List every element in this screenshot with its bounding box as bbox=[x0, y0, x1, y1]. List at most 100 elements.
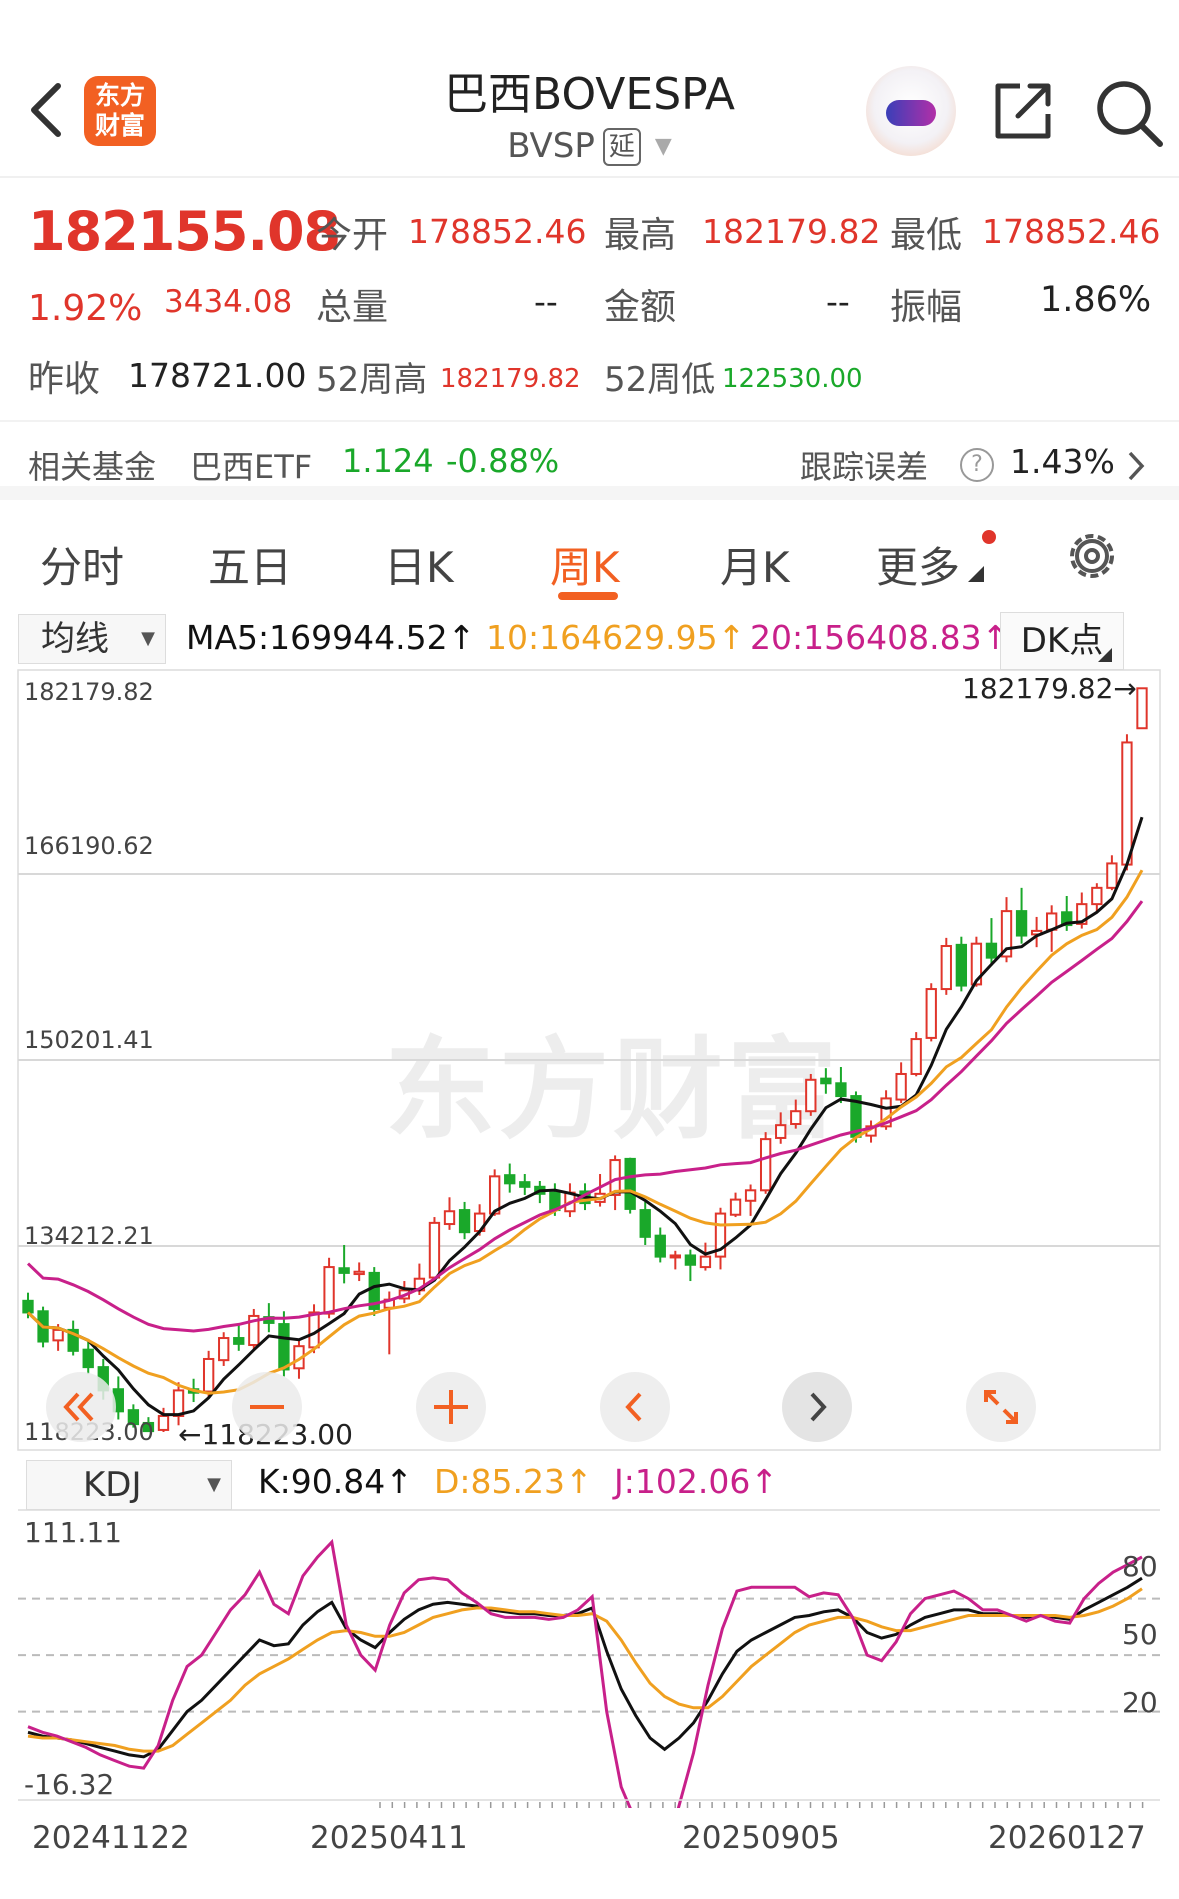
fullscreen-button[interactable] bbox=[966, 1372, 1036, 1442]
candle-body bbox=[22, 1299, 34, 1314]
candle-body bbox=[729, 1198, 742, 1216]
ma20-value: 20:156408.83↑ bbox=[750, 618, 1010, 657]
related-fund-label: 相关基金 bbox=[28, 448, 157, 486]
kdj-y-tick-label: 111.11 bbox=[24, 1516, 122, 1549]
candle-body bbox=[624, 1157, 636, 1210]
candle-body bbox=[744, 1189, 757, 1202]
search-icon[interactable] bbox=[1094, 78, 1164, 148]
related-fund-price: 1.124 bbox=[342, 442, 434, 480]
candle-body bbox=[338, 1267, 350, 1274]
kdj-k-value: K:90.84↑ bbox=[258, 1462, 413, 1501]
amount-value: -- bbox=[826, 282, 850, 321]
ai-assistant-avatar[interactable] bbox=[866, 66, 956, 156]
double-chevron-left-icon bbox=[63, 1392, 94, 1422]
tab-intraday[interactable]: 分时 bbox=[40, 534, 124, 595]
amplitude-value: 1.86% bbox=[1040, 280, 1152, 320]
tab-monthly-k[interactable]: 月K bbox=[720, 534, 790, 595]
candle-body bbox=[1106, 862, 1118, 889]
prev-close-value: 178721.00 bbox=[128, 356, 307, 395]
active-tab-indicator bbox=[558, 592, 618, 600]
candle-body bbox=[443, 1210, 456, 1226]
tab-five-day[interactable]: 五日 bbox=[208, 534, 292, 595]
zoom-out-button[interactable] bbox=[232, 1372, 302, 1442]
candle-body bbox=[1121, 741, 1133, 866]
kdj-d-value: D:85.23↑ bbox=[434, 1462, 593, 1501]
candle-body bbox=[895, 1072, 907, 1101]
week52-high-label: 52周高 bbox=[316, 360, 428, 400]
y-tick-label: 150201.41 bbox=[24, 1026, 154, 1054]
expand-icon bbox=[984, 1390, 1018, 1424]
candle-body bbox=[805, 1078, 817, 1113]
tab-daily-k[interactable]: 日K bbox=[384, 534, 454, 595]
candle-body bbox=[775, 1124, 787, 1139]
chevron-left-icon bbox=[625, 1392, 642, 1422]
tab-weekly-k[interactable]: 周K bbox=[550, 534, 620, 595]
candle-body bbox=[925, 988, 937, 1039]
y-tick-label: 166190.62 bbox=[24, 832, 154, 860]
help-icon[interactable]: ? bbox=[960, 448, 994, 482]
candle-body bbox=[504, 1174, 516, 1185]
candle-body bbox=[353, 1270, 365, 1276]
share-icon[interactable] bbox=[990, 78, 1056, 144]
candle-body bbox=[233, 1337, 245, 1345]
candle-body bbox=[52, 1328, 64, 1342]
week52-low-value: 122530.00 bbox=[722, 364, 863, 394]
candle-body bbox=[910, 1038, 922, 1075]
candle-body bbox=[519, 1181, 531, 1188]
dk-corner-icon bbox=[1098, 648, 1112, 662]
chevron-right-icon[interactable] bbox=[1126, 450, 1146, 482]
top-navigation-bar: 东方 财富 巴西BOVESPA BVSP 延 ▼ bbox=[0, 0, 1179, 178]
robot-face-icon bbox=[886, 100, 936, 126]
candlestick-chart[interactable] bbox=[0, 668, 1179, 1458]
gear-icon[interactable] bbox=[1064, 528, 1120, 584]
notification-dot bbox=[982, 530, 996, 544]
candle-body bbox=[759, 1138, 772, 1192]
amplitude-label: 振幅 bbox=[890, 287, 963, 328]
candle-body bbox=[218, 1337, 230, 1362]
low-value: 178852.46 bbox=[982, 212, 1161, 251]
candle-body bbox=[639, 1209, 651, 1238]
candle-body bbox=[278, 1323, 290, 1371]
tracking-error-value: 1.43% bbox=[1010, 442, 1115, 481]
y-tick-label: 134212.21 bbox=[24, 1222, 154, 1250]
candle-body bbox=[1091, 886, 1103, 906]
candle-body bbox=[157, 1414, 170, 1431]
candle-body bbox=[458, 1209, 471, 1234]
change-amount: 3434.08 bbox=[164, 284, 293, 320]
scroll-left-button[interactable] bbox=[600, 1372, 670, 1442]
kdj-chart[interactable] bbox=[0, 1508, 1179, 1808]
rewind-button[interactable] bbox=[46, 1372, 116, 1442]
plus-icon bbox=[434, 1390, 468, 1424]
kdj-indicator-select[interactable]: KDJ ▼ bbox=[26, 1460, 232, 1510]
prev-close-label: 昨收 bbox=[28, 359, 101, 400]
candle-body bbox=[202, 1357, 215, 1393]
candle-body bbox=[82, 1348, 94, 1369]
kdj-j-line bbox=[27, 1538, 1143, 1808]
candle-body bbox=[428, 1221, 441, 1279]
candle-body bbox=[323, 1266, 335, 1315]
chevron-right-icon bbox=[810, 1392, 827, 1422]
x-tick-label: 20250411 bbox=[310, 1820, 468, 1856]
index-code: BVSP bbox=[507, 126, 595, 166]
max-price-marker: 182179.82→ bbox=[962, 672, 1137, 705]
candle-body bbox=[835, 1082, 847, 1098]
candle-body bbox=[790, 1110, 802, 1125]
candle-body bbox=[955, 943, 968, 987]
x-tick-label: 20241122 bbox=[32, 1820, 190, 1856]
zoom-in-button[interactable] bbox=[416, 1372, 486, 1442]
open-label: 今开 bbox=[316, 215, 389, 256]
tab-more[interactable]: 更多 bbox=[876, 534, 960, 595]
ma-indicator-select[interactable]: 均线 ▼ bbox=[18, 614, 166, 664]
scroll-right-button[interactable] bbox=[782, 1372, 852, 1442]
related-fund-row[interactable]: 相关基金 巴西ETF 1.124 -0.88% 跟踪误差 ? 1.43% bbox=[0, 420, 1179, 500]
related-fund-change: -0.88% bbox=[446, 442, 560, 480]
ma10-value: 10:164629.95↑ bbox=[486, 618, 746, 657]
minus-icon bbox=[250, 1405, 284, 1409]
candle-body bbox=[820, 1077, 832, 1085]
last-price: 182155.08 bbox=[28, 200, 341, 263]
candle-body bbox=[699, 1255, 712, 1269]
volume-label: 总量 bbox=[316, 287, 389, 328]
ma-indicator-label: 均线 bbox=[41, 619, 109, 659]
ma5-line bbox=[26, 816, 1144, 1417]
week52-high-value: 182179.82 bbox=[440, 364, 581, 394]
